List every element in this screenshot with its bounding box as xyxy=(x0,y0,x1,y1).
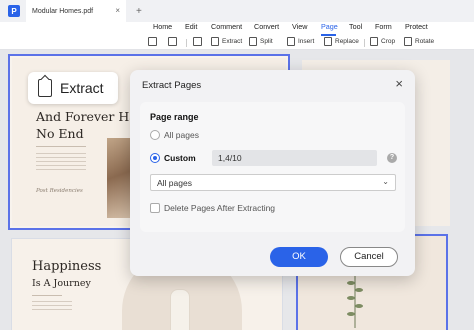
page-subset-value: All pages xyxy=(157,178,192,188)
extract-icon xyxy=(211,37,219,46)
delete-after-checkbox[interactable] xyxy=(150,203,160,213)
page-3-rule xyxy=(32,295,62,296)
crop-label: Crop xyxy=(381,38,396,45)
document-tab[interactable]: Modular Homes.pdf × xyxy=(26,0,126,22)
page-subset-select[interactable]: All pages ⌄ xyxy=(150,174,396,191)
page-1-rule xyxy=(36,146,86,147)
delete-page-tool[interactable] xyxy=(168,37,177,46)
cancel-button[interactable]: Cancel xyxy=(340,247,398,267)
crop-tool[interactable]: Crop xyxy=(370,37,395,46)
menu-bar: Home Edit Comment Convert View Page Tool… xyxy=(0,22,474,36)
rotate-left-tool[interactable] xyxy=(193,37,202,46)
menu-comment[interactable]: Comment xyxy=(211,22,242,31)
help-icon[interactable]: ? xyxy=(387,153,397,163)
menu-edit[interactable]: Edit xyxy=(185,22,197,31)
extract-pages-dialog: Extract Pages × Page range All pages Cus… xyxy=(130,70,415,276)
rotate-page-icon xyxy=(193,37,202,46)
page-1-text-lines xyxy=(36,153,86,173)
rotate-tool[interactable]: Rotate xyxy=(404,37,434,46)
tab-close-icon[interactable]: × xyxy=(115,6,120,15)
crop-icon xyxy=(370,37,378,46)
toolbar-divider xyxy=(364,39,365,47)
extract-chip[interactable]: Extract xyxy=(28,72,118,104)
title-bar: P Modular Homes.pdf × + xyxy=(0,0,474,22)
replace-label: Replace xyxy=(335,38,359,45)
page-3-text-lines xyxy=(32,301,72,313)
split-icon xyxy=(249,37,257,46)
menu-form[interactable]: Form xyxy=(375,22,392,31)
page-3-title: Happiness xyxy=(32,259,102,274)
extract-chip-label: Extract xyxy=(60,80,104,96)
custom-range-input[interactable]: 1,4/10 xyxy=(212,150,377,166)
split-tool[interactable]: Split xyxy=(249,37,273,46)
menu-page[interactable]: Page xyxy=(321,22,338,31)
all-pages-radio[interactable] xyxy=(150,130,160,140)
extract-tool[interactable]: Extract xyxy=(211,37,242,46)
menu-tool[interactable]: Tool xyxy=(349,22,362,31)
menu-protect[interactable]: Protect xyxy=(405,22,428,31)
extract-label: Extract xyxy=(222,38,243,45)
dialog-title: Extract Pages xyxy=(142,80,202,91)
replace-tool[interactable]: Replace xyxy=(324,37,359,46)
page-3-vase-image xyxy=(170,289,190,330)
close-icon[interactable]: × xyxy=(395,76,403,91)
rotate-label: Rotate xyxy=(415,38,435,45)
all-pages-label: All pages xyxy=(164,130,199,140)
delete-page-icon xyxy=(168,37,177,46)
ok-button[interactable]: OK xyxy=(270,247,328,267)
insert-label: Insert xyxy=(298,38,315,45)
extract-icon xyxy=(38,79,52,97)
page-4-plant-image xyxy=(347,273,363,328)
document-tab-title: Modular Homes.pdf xyxy=(32,7,94,15)
replace-icon xyxy=(324,37,332,46)
page-range-label: Page range xyxy=(150,112,199,122)
split-label: Split xyxy=(260,38,273,45)
page-1-signature: Post Residencies xyxy=(36,188,83,194)
delete-after-label: Delete Pages After Extracting xyxy=(164,203,276,213)
new-tab-icon[interactable]: + xyxy=(136,6,142,17)
rotate-icon xyxy=(404,37,412,46)
page-icon-tool[interactable] xyxy=(148,37,157,46)
organize-pages-icon xyxy=(148,37,157,46)
custom-label: Custom xyxy=(164,153,196,163)
menu-view[interactable]: View xyxy=(292,22,307,31)
custom-radio[interactable] xyxy=(150,153,160,163)
app-logo-icon: P xyxy=(8,5,20,17)
dialog-body: Page range All pages Custom 1,4/10 ? All… xyxy=(140,102,405,232)
menu-convert[interactable]: Convert xyxy=(254,22,279,31)
page-3-subtitle: Is A Journey xyxy=(32,278,91,289)
insert-tool[interactable]: Insert xyxy=(287,37,314,46)
chevron-down-icon: ⌄ xyxy=(382,177,389,186)
insert-icon xyxy=(287,37,295,46)
page-toolbar: Extract Split Insert Replace Crop Rotate xyxy=(0,36,474,50)
menu-home[interactable]: Home xyxy=(153,22,172,31)
toolbar-divider xyxy=(186,39,187,47)
